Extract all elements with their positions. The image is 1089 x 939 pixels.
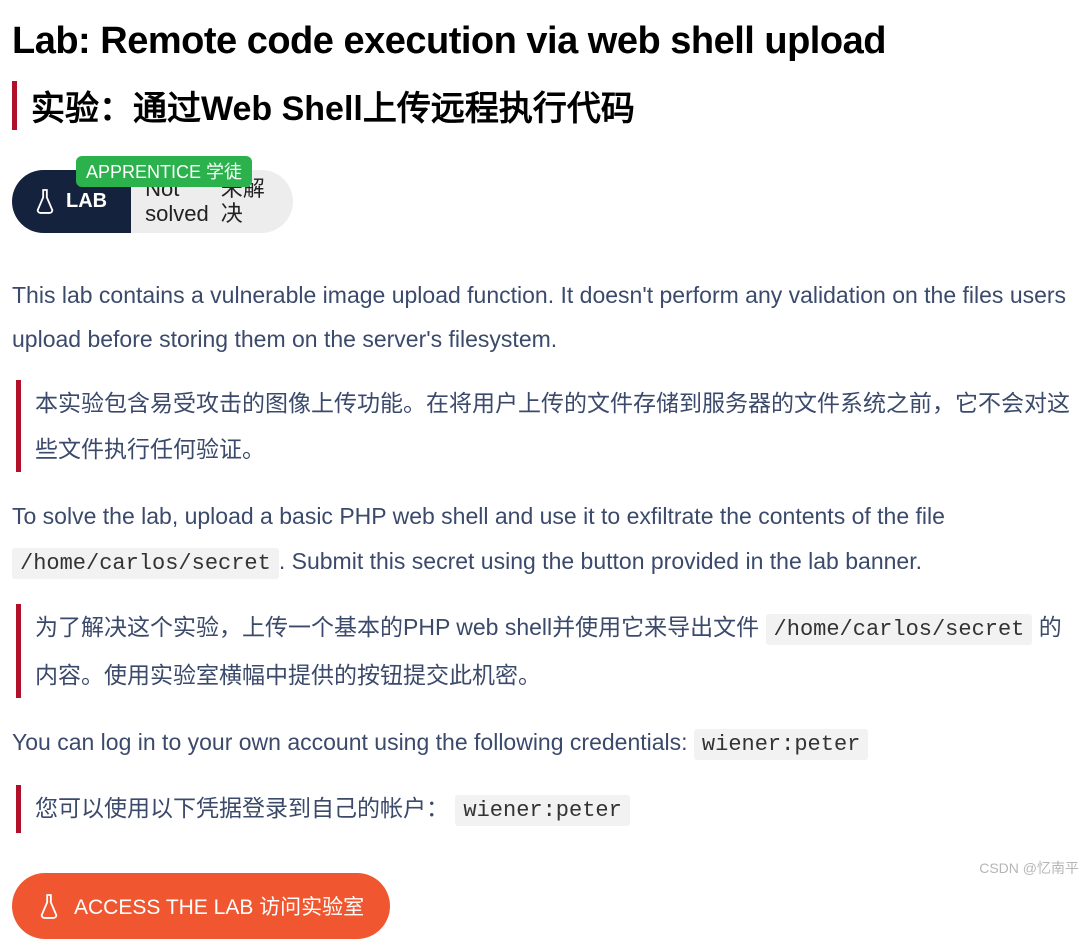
status-solved-en: solved <box>145 201 209 226</box>
flask-icon <box>34 188 56 214</box>
secret-path-code: /home/carlos/secret <box>12 548 279 579</box>
creds-code-zh: wiener:peter <box>455 795 629 826</box>
secret-path-code-zh: /home/carlos/secret <box>766 614 1033 645</box>
access-lab-label: ACCESS THE LAB 访问实验室 <box>74 891 364 921</box>
para-2-zh-a: 为了解决这个实验，上传一个基本的PHP web shell并使用它来导出文件 <box>35 614 766 640</box>
para-2-zh: 为了解决这个实验，上传一个基本的PHP web shell并使用它来导出文件 /… <box>16 604 1077 698</box>
flask-icon <box>38 893 60 919</box>
page-title: Lab: Remote code execution via web shell… <box>12 20 1077 63</box>
para-2-en: To solve the lab, upload a basic PHP web… <box>12 494 1077 586</box>
watermark: CSDN @忆南平 <box>979 858 1079 878</box>
page-title-zh: 实验：通过Web Shell上传远程执行代码 <box>12 81 1077 130</box>
status-solved-zh: 决 <box>221 201 265 226</box>
apprentice-badge: APPRENTICE 学徒 <box>76 156 252 187</box>
para-1-en: This lab contains a vulnerable image upl… <box>12 273 1077 363</box>
para-2-en-a: To solve the lab, upload a basic PHP web… <box>12 503 945 529</box>
para-2-en-b: . Submit this secret using the button pr… <box>279 548 922 574</box>
access-lab-button[interactable]: ACCESS THE LAB 访问实验室 <box>12 873 390 939</box>
para-3-zh: 您可以使用以下凭据登录到自己的帐户： wiener:peter <box>16 785 1077 833</box>
para-1-zh: 本实验包含易受攻击的图像上传功能。在将用户上传的文件存储到服务器的文件系统之前，… <box>16 380 1077 472</box>
creds-code: wiener:peter <box>694 729 868 760</box>
para-3-en: You can log in to your own account using… <box>12 720 1077 767</box>
lab-label: LAB <box>66 190 107 213</box>
lab-status-group: APPRENTICE 学徒 LAB Not solved 未解 决 <box>12 170 293 233</box>
para-3-zh-text: 您可以使用以下凭据登录到自己的帐户： <box>35 795 455 821</box>
para-3-en-text: You can log in to your own account using… <box>12 729 694 755</box>
